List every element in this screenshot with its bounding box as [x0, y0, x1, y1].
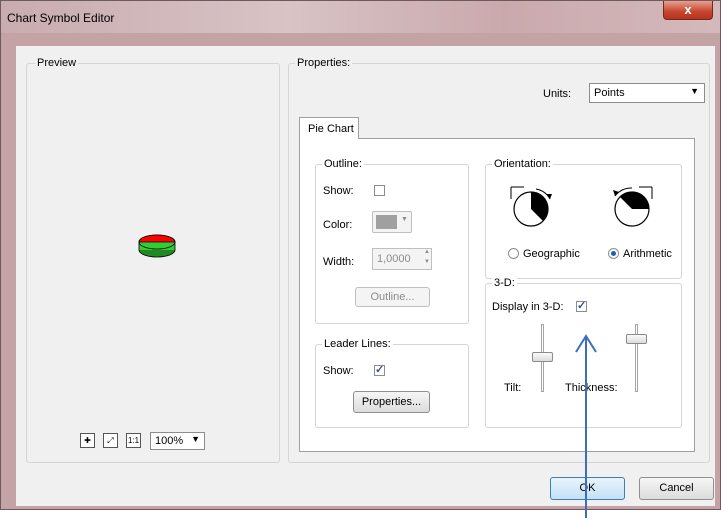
outline-color-label: Color: — [323, 219, 353, 231]
outline-button[interactable]: Outline... — [355, 287, 430, 307]
orientation-label: Orientation: — [492, 158, 553, 170]
three-d-label: 3-D: — [492, 277, 517, 289]
outline-color-swatch — [376, 215, 397, 229]
close-button[interactable]: x — [663, 1, 713, 20]
outline-show-checkbox[interactable] — [374, 185, 385, 196]
geographic-label: Geographic — [523, 248, 580, 260]
leader-lines-show-checkbox[interactable] — [374, 363, 385, 376]
tilt-slider-thumb[interactable] — [532, 352, 553, 362]
actual-size-button[interactable]: 1:1 — [126, 433, 141, 448]
zoom-select[interactable]: 100% ▼ — [150, 432, 205, 450]
units-label: Units: — [543, 88, 572, 100]
preview-label: Preview — [35, 57, 79, 69]
spin-up-icon[interactable]: ▲ — [424, 249, 430, 255]
orientation-group: Orientation: Geographic Arithmetic — [485, 158, 682, 279]
dialog-window: Chart Symbol Editor x Preview ✚ ⤢ 1:1 10… — [0, 0, 721, 510]
cancel-button[interactable]: Cancel — [639, 477, 714, 500]
tilt-label: Tilt: — [504, 382, 522, 394]
ok-button[interactable]: OK — [550, 477, 625, 500]
geographic-orientation-icon — [510, 186, 552, 227]
preview-group: Preview ✚ ⤢ 1:1 100% ▼ — [26, 57, 280, 463]
outline-width-value: 1,0000 — [377, 253, 411, 265]
arithmetic-radio[interactable] — [608, 248, 619, 259]
units-value: Points — [594, 87, 625, 99]
zoom-value: 100% — [155, 435, 184, 447]
thickness-label: Thickness: — [565, 382, 618, 394]
outline-color-button[interactable]: ▼ — [372, 211, 412, 233]
zoom-extent-icon[interactable]: ⤢ — [103, 433, 118, 448]
arithmetic-orientation-icon — [613, 186, 653, 227]
geographic-radio[interactable] — [508, 248, 519, 259]
arithmetic-label: Arithmetic — [623, 248, 672, 260]
outline-width-spinner[interactable]: 1,0000 ▲ ▼ — [372, 248, 432, 270]
outline-width-label: Width: — [323, 256, 355, 268]
leader-lines-show-label: Show: — [323, 365, 354, 377]
chevron-down-icon: ▼ — [690, 86, 699, 96]
pie-preview — [138, 234, 176, 258]
display-3d-label: Display in 3-D: — [492, 301, 564, 313]
chevron-down-icon: ▼ — [191, 434, 200, 444]
window-title: Chart Symbol Editor — [7, 11, 115, 25]
properties-label: Properties: — [295, 57, 353, 69]
leader-lines-properties-button[interactable]: Properties... — [353, 391, 430, 413]
outline-show-label: Show: — [323, 185, 354, 197]
spin-down-icon[interactable]: ▼ — [424, 259, 430, 265]
outline-label: Outline: — [322, 158, 364, 170]
leader-lines-group: Leader Lines: Show: Properties... — [315, 338, 469, 428]
units-select[interactable]: Points ▼ — [589, 83, 705, 103]
three-d-group: 3-D: Display in 3-D: Tilt: Thickness: — [485, 277, 682, 428]
title-bar[interactable]: Chart Symbol Editor x — [1, 1, 720, 33]
thickness-slider-thumb[interactable] — [626, 334, 647, 344]
tab-page-pie-chart: Outline: Show: Color: ▼ Width: 1,0000 ▲ … — [299, 138, 695, 452]
chevron-down-icon: ▼ — [401, 216, 408, 223]
properties-group: Properties: Units: Points ▼ Pie Chart Ou… — [288, 57, 710, 463]
display-3d-checkbox[interactable] — [576, 299, 587, 312]
leader-lines-label: Leader Lines: — [322, 338, 393, 350]
zoom-fit-icon[interactable]: ✚ — [80, 433, 95, 448]
tab-pie-chart-label: Pie Chart — [308, 123, 354, 135]
dialog-client-area: Preview ✚ ⤢ 1:1 100% ▼ Properties: Units… — [16, 46, 715, 506]
tab-pie-chart[interactable]: Pie Chart — [299, 117, 359, 139]
outline-group: Outline: Show: Color: ▼ Width: 1,0000 ▲ … — [315, 158, 469, 324]
